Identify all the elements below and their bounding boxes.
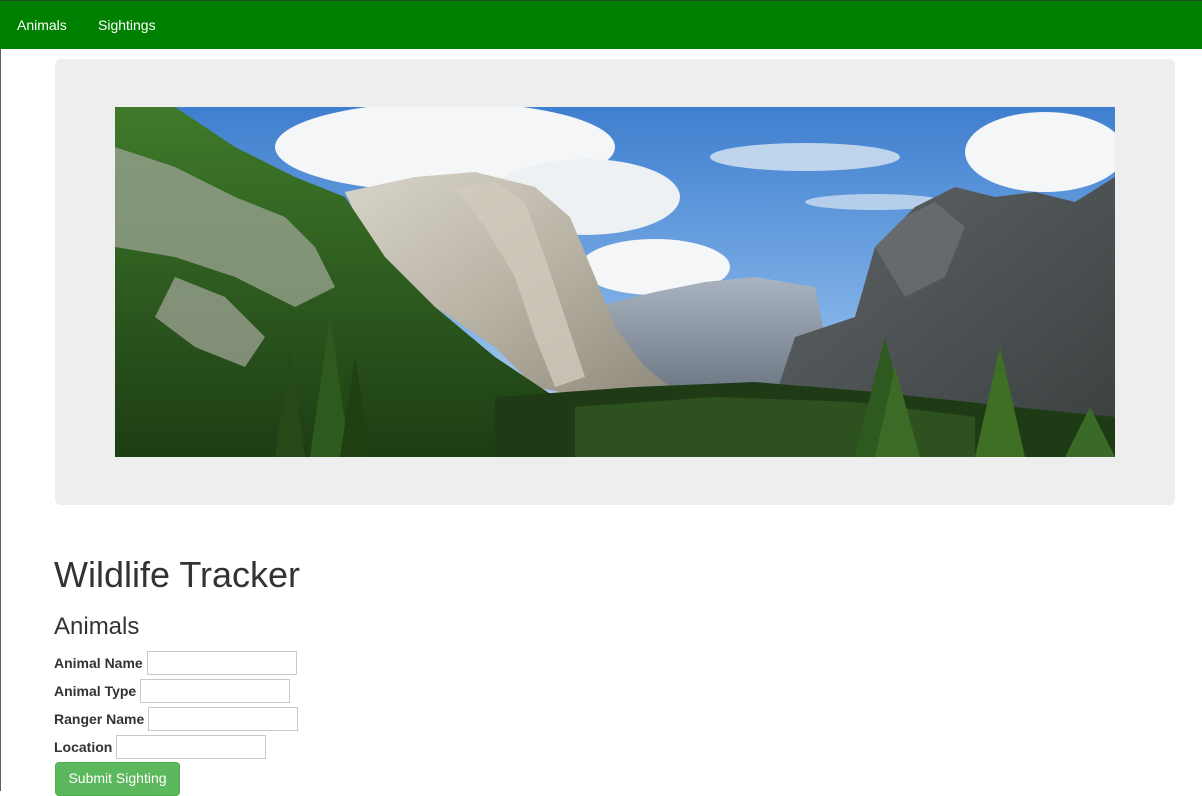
animal-name-label: Animal Name	[54, 655, 143, 671]
window-left-border	[0, 49, 1, 791]
ranger-name-input[interactable]	[148, 707, 299, 731]
nav-link-animals[interactable]: Animals	[17, 17, 67, 33]
animal-name-input[interactable]	[146, 651, 297, 675]
form-row-animal-type: Animal Type	[54, 678, 291, 704]
nav-link-sightings[interactable]: Sightings	[98, 17, 156, 33]
form-row-ranger-name: Ranger Name	[54, 706, 299, 732]
location-input[interactable]	[116, 735, 267, 759]
hero-landscape-image	[115, 107, 1115, 457]
form-row-animal-name: Animal Name	[54, 650, 297, 676]
top-navbar: Animals Sightings	[0, 0, 1202, 49]
animal-type-input[interactable]	[140, 679, 291, 703]
form-row-location: Location	[54, 734, 267, 760]
animal-type-label: Animal Type	[54, 683, 137, 699]
ranger-name-label: Ranger Name	[54, 711, 145, 727]
jumbotron	[55, 59, 1175, 505]
location-label: Location	[54, 739, 113, 755]
page-title: Wildlife Tracker	[54, 554, 301, 595]
section-title-animals: Animals	[54, 613, 140, 640]
